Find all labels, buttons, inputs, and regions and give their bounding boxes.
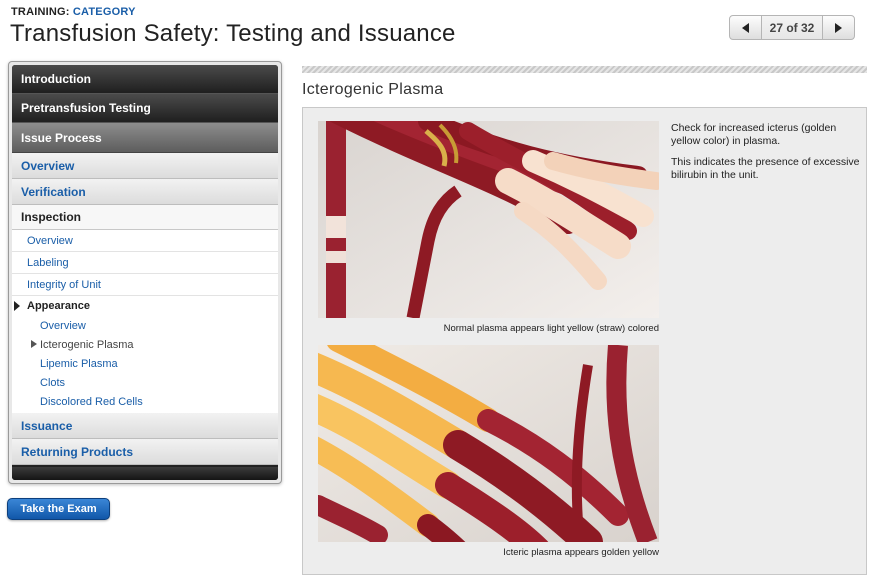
- nav-issue-verification[interactable]: Verification: [12, 179, 278, 205]
- next-page-button[interactable]: [822, 16, 854, 39]
- nav-issue-overview[interactable]: Overview: [12, 153, 278, 179]
- nav-appearance-clots[interactable]: Clots: [12, 373, 278, 392]
- nav-inspection-appearance[interactable]: Appearance: [12, 296, 278, 316]
- content-panel: Normal plasma appears light yellow (stra…: [302, 107, 867, 575]
- nav-appearance-icterogenic-plasma[interactable]: Icterogenic Plasma: [12, 335, 278, 354]
- take-the-exam-button[interactable]: Take the Exam: [7, 498, 110, 520]
- description-text: Check for increased icterus (golden yell…: [671, 122, 861, 190]
- page-navigator: 27 of 32: [729, 15, 855, 40]
- nav-section-issue-process[interactable]: Issue Process: [12, 123, 278, 153]
- page-position: 27 of 32: [762, 16, 822, 39]
- nav-issuance[interactable]: Issuance: [12, 413, 278, 439]
- current-page-arrow-icon: [31, 340, 37, 348]
- expanded-arrow-icon: [14, 301, 20, 311]
- nav-appearance-discolored-red-cells[interactable]: Discolored Red Cells: [12, 392, 278, 411]
- sidebar-footer: [12, 467, 278, 480]
- sidebar-inner: Introduction Pretransfusion Testing Issu…: [12, 65, 278, 480]
- nav-returning-products[interactable]: Returning Products: [12, 439, 278, 465]
- nav-appearance-label: Appearance: [27, 300, 90, 312]
- nav-issue-inspection[interactable]: Inspection: [12, 205, 278, 230]
- icteric-plasma-photo: [318, 345, 659, 542]
- triangle-right-icon: [835, 22, 842, 33]
- description-paragraph-1: Check for increased icterus (golden yell…: [671, 122, 837, 147]
- nav-inspection-integrity-of-unit[interactable]: Integrity of Unit: [12, 274, 278, 296]
- page-title: Transfusion Safety: Testing and Issuance: [10, 20, 456, 47]
- nav-icterogenic-label: Icterogenic Plasma: [40, 338, 134, 351]
- normal-plasma-photo: [318, 121, 659, 318]
- icteric-plasma-caption: Icteric plasma appears golden yellow: [503, 547, 659, 558]
- triangle-left-icon: [742, 22, 749, 33]
- nav-inspection-overview[interactable]: Overview: [12, 230, 278, 252]
- description-paragraph-2: This indicates the presence of excessive…: [671, 156, 860, 181]
- section-title: Icterogenic Plasma: [302, 81, 444, 98]
- breadcrumb: TRAINING: CATEGORY: [11, 6, 136, 18]
- nav-section-introduction[interactable]: Introduction: [12, 65, 278, 94]
- breadcrumb-category-link[interactable]: CATEGORY: [73, 6, 136, 18]
- breadcrumb-training-label: TRAINING:: [11, 6, 70, 18]
- normal-plasma-caption: Normal plasma appears light yellow (stra…: [443, 323, 659, 334]
- nav-appearance-lipemic-plasma[interactable]: Lipemic Plasma: [12, 354, 278, 373]
- nav-inspection-labeling[interactable]: Labeling: [12, 252, 278, 274]
- nav-appearance-group: Appearance Overview Icterogenic Plasma L…: [12, 296, 278, 413]
- nav-appearance-overview[interactable]: Overview: [12, 316, 278, 335]
- decorative-stripe-divider: [302, 66, 867, 73]
- previous-page-button[interactable]: [730, 16, 762, 39]
- nav-section-pretransfusion-testing[interactable]: Pretransfusion Testing: [12, 94, 278, 123]
- course-navigation-sidebar: Introduction Pretransfusion Testing Issu…: [8, 61, 282, 484]
